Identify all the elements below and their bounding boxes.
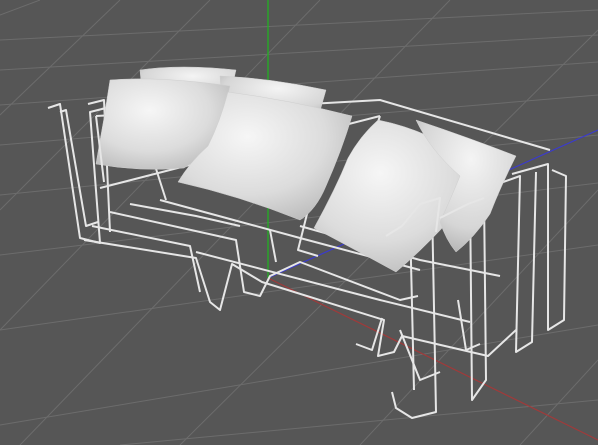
sofa-cushions[interactable] [95,66,517,273]
ground-grid [0,0,598,445]
3d-viewport[interactable] [0,0,598,445]
viewport-canvas[interactable] [0,0,598,445]
